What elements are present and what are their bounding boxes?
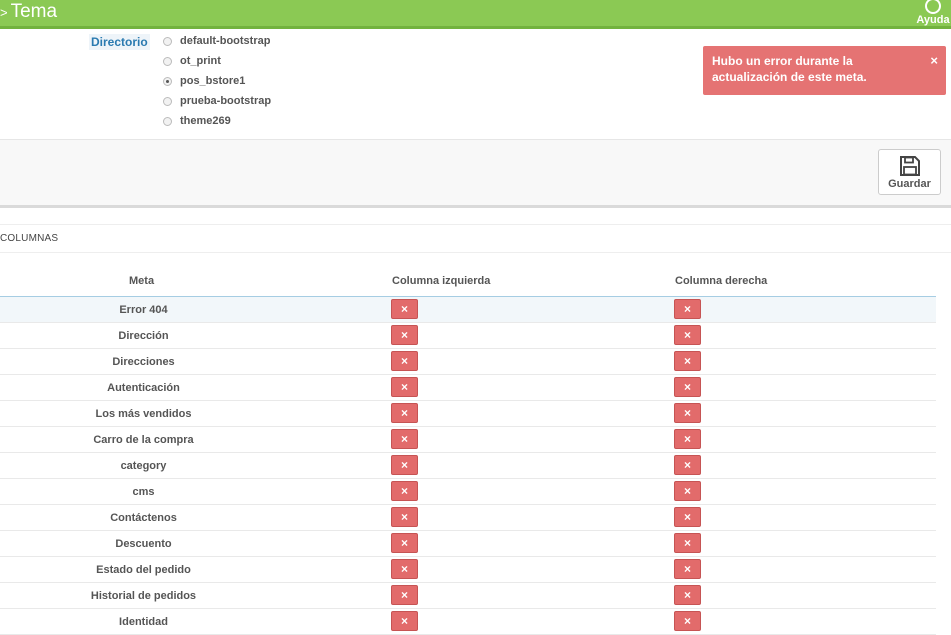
table-row: Estado del pedido × × — [0, 557, 936, 583]
right-column-toggle-button[interactable]: × — [674, 325, 701, 345]
meta-name: Dirección — [118, 330, 169, 342]
left-column-toggle-button[interactable]: × — [391, 533, 418, 553]
directory-option-label: ot_print — [180, 55, 221, 67]
right-column-toggle-button[interactable]: × — [674, 481, 701, 501]
table-row: Direcciones × × — [0, 349, 936, 375]
left-column-toggle-button[interactable]: × — [391, 585, 418, 605]
meta-columns-table: Meta Columna izquierda Columna derecha E… — [0, 270, 936, 635]
meta-name: Estado del pedido — [96, 564, 191, 576]
save-button[interactable]: Guardar — [878, 149, 941, 195]
right-column-toggle-button[interactable]: × — [674, 507, 701, 527]
left-column-toggle-button[interactable]: × — [391, 455, 418, 475]
header-right-column: Columna derecha — [675, 275, 768, 287]
left-column-toggle-button[interactable]: × — [391, 481, 418, 501]
header-left-column: Columna izquierda — [392, 275, 491, 287]
directory-option[interactable]: default-bootstrap — [163, 31, 271, 51]
error-alert: Hubo un error durante la actualización d… — [703, 46, 946, 95]
meta-name: Carro de la compra — [93, 434, 194, 446]
right-column-toggle-button[interactable]: × — [674, 429, 701, 449]
table-row: Error 404 × × — [0, 297, 936, 323]
page-title-text: Tema — [10, 1, 58, 22]
table-row: Descuento × × — [0, 531, 936, 557]
table-row: category × × — [0, 453, 936, 479]
meta-name: Los más vendidos — [95, 408, 192, 420]
left-column-toggle-button[interactable]: × — [391, 507, 418, 527]
directory-option-label: theme269 — [180, 115, 231, 127]
help-label: Ayuda — [916, 14, 950, 26]
directory-option[interactable]: pos_bstore1 — [163, 71, 271, 91]
meta-name: Contáctenos — [110, 512, 177, 524]
table-row: cms × × — [0, 479, 936, 505]
directory-option-label: pos_bstore1 — [180, 75, 246, 87]
meta-name: Error 404 — [119, 304, 168, 316]
directory-option-label: default-bootstrap — [180, 35, 271, 47]
right-column-toggle-button[interactable]: × — [674, 533, 701, 553]
directory-option-label: prueba-bootstrap — [180, 95, 272, 107]
close-icon[interactable]: × — [930, 53, 938, 68]
right-column-toggle-button[interactable]: × — [674, 403, 701, 423]
right-column-toggle-button[interactable]: × — [674, 455, 701, 475]
save-button-label: Guardar — [888, 178, 931, 190]
chevron-right-icon: > — [0, 5, 8, 20]
radio-button[interactable] — [163, 56, 172, 66]
directory-option[interactable]: theme269 — [163, 111, 271, 131]
meta-name: Historial de pedidos — [90, 590, 197, 602]
radio-button[interactable] — [163, 76, 172, 86]
save-toolbar: Guardar — [0, 140, 951, 208]
right-column-toggle-button[interactable]: × — [674, 377, 701, 397]
divider — [0, 252, 951, 253]
header-meta: Meta — [129, 275, 155, 287]
table-body: Error 404 × × Dirección × × Direcciones × × Auten… — [0, 297, 936, 635]
top-bar: > Tema Ayuda — [0, 0, 951, 29]
meta-name: cms — [132, 486, 155, 498]
left-column-toggle-button[interactable]: × — [391, 377, 418, 397]
page-title: > Tema — [0, 1, 57, 24]
left-column-toggle-button[interactable]: × — [391, 325, 418, 345]
directory-option[interactable]: ot_print — [163, 51, 271, 71]
meta-name: Identidad — [119, 616, 168, 628]
error-alert-message: Hubo un error durante la actualización d… — [712, 54, 867, 84]
left-column-toggle-button[interactable]: × — [391, 351, 418, 371]
radio-button[interactable] — [163, 116, 172, 126]
right-column-toggle-button[interactable]: × — [674, 611, 701, 631]
directory-option[interactable]: prueba-bootstrap — [163, 91, 271, 111]
table-row: Autenticación × × — [0, 375, 936, 401]
table-row: Identidad × × — [0, 609, 936, 635]
left-column-toggle-button[interactable]: × — [391, 429, 418, 449]
help-icon — [925, 0, 941, 14]
radio-button[interactable] — [163, 36, 172, 46]
table-row: Contáctenos × × — [0, 505, 936, 531]
left-column-toggle-button[interactable]: × — [391, 299, 418, 319]
table-row: Historial de pedidos × × — [0, 583, 936, 609]
left-column-toggle-button[interactable]: × — [391, 611, 418, 631]
help-button[interactable]: Ayuda — [915, 0, 951, 26]
right-column-toggle-button[interactable]: × — [674, 351, 701, 371]
divider — [0, 224, 951, 225]
panel-title: COLUMNAS — [0, 233, 59, 244]
meta-name: Descuento — [115, 538, 172, 550]
save-icon — [899, 156, 920, 176]
table-header: Meta Columna izquierda Columna derecha — [0, 270, 936, 297]
meta-name: Direcciones — [112, 356, 175, 368]
table-row: Carro de la compra × × — [0, 427, 936, 453]
directory-label: Directorio — [89, 34, 150, 50]
directory-radio-list: default-bootstrap ot_print pos_bstore1prue… — [163, 31, 271, 131]
table-row: Dirección × × — [0, 323, 936, 349]
right-column-toggle-button[interactable]: × — [674, 299, 701, 319]
table-row: Los más vendidos × × — [0, 401, 936, 427]
left-column-toggle-button[interactable]: × — [391, 559, 418, 579]
meta-name: Autenticación — [107, 382, 180, 394]
right-column-toggle-button[interactable]: × — [674, 559, 701, 579]
meta-name: category — [120, 460, 167, 472]
left-column-toggle-button[interactable]: × — [391, 403, 418, 423]
right-column-toggle-button[interactable]: × — [674, 585, 701, 605]
radio-button[interactable] — [163, 96, 172, 106]
